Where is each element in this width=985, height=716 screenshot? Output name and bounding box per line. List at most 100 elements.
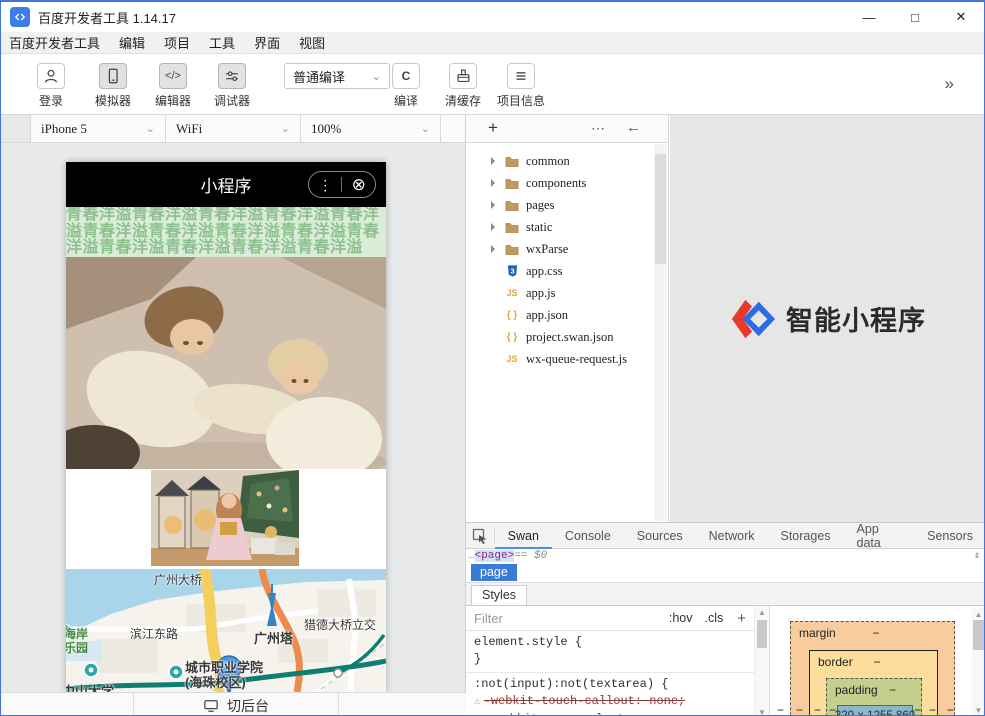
tab-sensors[interactable]: Sensors	[914, 523, 985, 549]
tab-swan[interactable]: Swan	[495, 523, 552, 549]
login-button[interactable]: 登录	[37, 63, 65, 109]
dom-breadcrumbs: page	[466, 563, 985, 583]
compile-button[interactable]: C 编译	[392, 63, 420, 109]
monitor-icon	[203, 699, 219, 713]
prop-user-select: -webkit-user-select: none;	[488, 712, 675, 716]
toggle-hover-button[interactable]: :hov	[669, 611, 693, 625]
menu-bar: 百度开发者工具 编辑 项目 工具 界面 视图	[1, 32, 984, 54]
tree-item-common[interactable]: common	[466, 150, 668, 172]
styles-scrollbar[interactable]: ▲▼	[754, 606, 769, 716]
code-icon: </>	[159, 63, 187, 89]
new-style-rule-button[interactable]: +	[737, 610, 746, 627]
map-view[interactable]: 广州大桥 滨江东路 广州塔 猎德大桥立交 城市职业学院 (海珠校区) 中山大学 …	[66, 569, 386, 692]
json-file-icon: { }	[504, 310, 520, 321]
tree-item-wx-queue-request-js[interactable]: JS wx-queue-request.js	[466, 348, 668, 370]
tree-item-app-css[interactable]: 3 app.css	[466, 260, 668, 282]
expand-arrow-icon	[491, 179, 495, 187]
splitter-icon[interactable]: ⇕	[974, 550, 980, 562]
tab-console[interactable]: Console	[552, 523, 624, 549]
debugger-toggle[interactable]: 调试器	[214, 63, 250, 109]
baidu-devtools-window: 百度开发者工具 1.14.17 — □ ✕ 百度开发者工具 编辑 项目 工具 界…	[0, 0, 985, 716]
compile-icon: C	[392, 63, 420, 89]
maximize-button[interactable]: □	[892, 2, 938, 32]
tree-item-wxparse[interactable]: wxParse	[466, 238, 668, 260]
title-bar: 百度开发者工具 1.14.17 — □ ✕	[1, 2, 984, 32]
tab-storages[interactable]: Storages	[768, 523, 844, 549]
smart-program-logo-icon	[730, 296, 776, 342]
map-label-tower: 广州塔	[254, 628, 293, 647]
brand-title: 智能小程序	[786, 299, 926, 338]
box-model[interactable]: margin − border − padding − 320 × 1255.8…	[790, 621, 955, 716]
simulator-bottom-bar: 切后台	[1, 692, 466, 716]
collapse-panel-button[interactable]: ←	[626, 119, 641, 136]
close-circle-icon[interactable]: ⊗	[352, 176, 366, 193]
network-select[interactable]: WiFi ⌄	[166, 115, 301, 142]
box-content: 320 × 1255.860	[837, 705, 913, 716]
folder-icon	[504, 221, 520, 233]
more-options-button[interactable]: ⋯	[591, 120, 605, 137]
compile-mode-value: 普通编译	[293, 67, 345, 86]
window-title: 百度开发者工具 1.14.17	[38, 8, 176, 27]
tree-item-app-json[interactable]: { } app.json	[466, 304, 668, 326]
compile-mode-select[interactable]: 普通编译 ⌄	[284, 63, 390, 89]
inspect-element-icon[interactable]	[466, 528, 495, 544]
toggle-class-button[interactable]: .cls	[704, 611, 723, 625]
tree-item-components[interactable]: components	[466, 172, 668, 194]
chevron-down-icon: ⌄	[281, 122, 290, 135]
filter-input[interactable]: Filter	[474, 611, 503, 626]
menu-project[interactable]: 项目	[164, 33, 190, 52]
js-file-icon: JS	[504, 288, 520, 298]
bottom-bar-section	[1, 693, 134, 716]
selected-dom-node[interactable]: <page>	[475, 550, 515, 562]
tab-sources[interactable]: Sources	[624, 523, 696, 549]
toolbar-overflow-button[interactable]: »	[945, 74, 954, 94]
phone-icon	[99, 63, 127, 89]
device-select[interactable]: iPhone 5 ⌄	[31, 115, 166, 142]
menu-devtools[interactable]: 百度开发者工具	[9, 33, 100, 52]
menu-tools[interactable]: 工具	[209, 33, 235, 52]
brand-panel: 智能小程序	[670, 115, 985, 522]
tree-item-project-swan-json[interactable]: { } project.swan.json	[466, 326, 668, 348]
breadcrumb-page[interactable]: page	[471, 564, 517, 581]
tree-item-static[interactable]: static	[466, 216, 668, 238]
tab-styles[interactable]: Styles	[471, 585, 527, 605]
box-model-scrollbar[interactable]: ▲▼	[972, 608, 985, 716]
file-tree-scrollbar[interactable]	[654, 144, 667, 521]
marquee-text: 青春洋溢青春洋溢青春洋溢青春洋溢青春洋溢青春洋溢青春洋溢青春洋溢青春洋溢青春洋溢…	[66, 207, 386, 257]
dom-tree-row[interactable]: … <page> == $0 ⇕	[466, 549, 985, 563]
clear-cache-button[interactable]: 清缓存	[445, 63, 481, 109]
app-logo-icon	[10, 7, 30, 27]
rule-not-input-textarea[interactable]: :not(input):not(textarea) { ⚠-webkit-tou…	[466, 673, 754, 716]
map-label-bridge: 广州大桥	[154, 571, 202, 588]
folder-icon	[504, 177, 520, 189]
more-dots-icon[interactable]: ⋮	[318, 178, 332, 192]
close-button[interactable]: ✕	[938, 2, 984, 32]
box-model-pane: margin − border − padding − 320 × 1255.8…	[769, 606, 985, 716]
editor-toggle[interactable]: </> 编辑器	[155, 63, 191, 109]
switch-background-button[interactable]: 切后台	[134, 693, 339, 716]
tree-item-pages[interactable]: pages	[466, 194, 668, 216]
menu-view[interactable]: 视图	[299, 33, 325, 52]
css-file-icon: 3	[504, 264, 520, 278]
rule-element-style[interactable]: element.style { }	[466, 631, 754, 673]
sliders-icon	[218, 63, 246, 89]
device-bar-gutter	[1, 115, 31, 142]
project-info-button[interactable]: 项目信息	[497, 63, 545, 109]
simulator-toggle[interactable]: 模拟器	[95, 63, 131, 109]
tab-app-data[interactable]: App data	[844, 523, 915, 549]
capsule-menu: ⋮ ⊗	[308, 171, 376, 198]
add-file-button[interactable]: +	[488, 118, 498, 138]
minimize-button[interactable]: —	[846, 2, 892, 32]
expand-arrow-icon	[491, 223, 495, 231]
tree-item-app-js[interactable]: JS app.js	[466, 282, 668, 304]
json-file-icon: { }	[504, 332, 520, 343]
tab-network[interactable]: Network	[696, 523, 768, 549]
menu-interface[interactable]: 界面	[254, 33, 280, 52]
chevron-down-icon: ⌄	[421, 122, 430, 135]
expand-arrow-icon	[491, 201, 495, 209]
photo-strip	[66, 469, 386, 569]
warning-icon: ⚠	[474, 694, 481, 711]
zoom-select[interactable]: 100% ⌄	[301, 115, 441, 142]
menu-edit[interactable]: 编辑	[119, 33, 145, 52]
folder-icon	[504, 199, 520, 211]
